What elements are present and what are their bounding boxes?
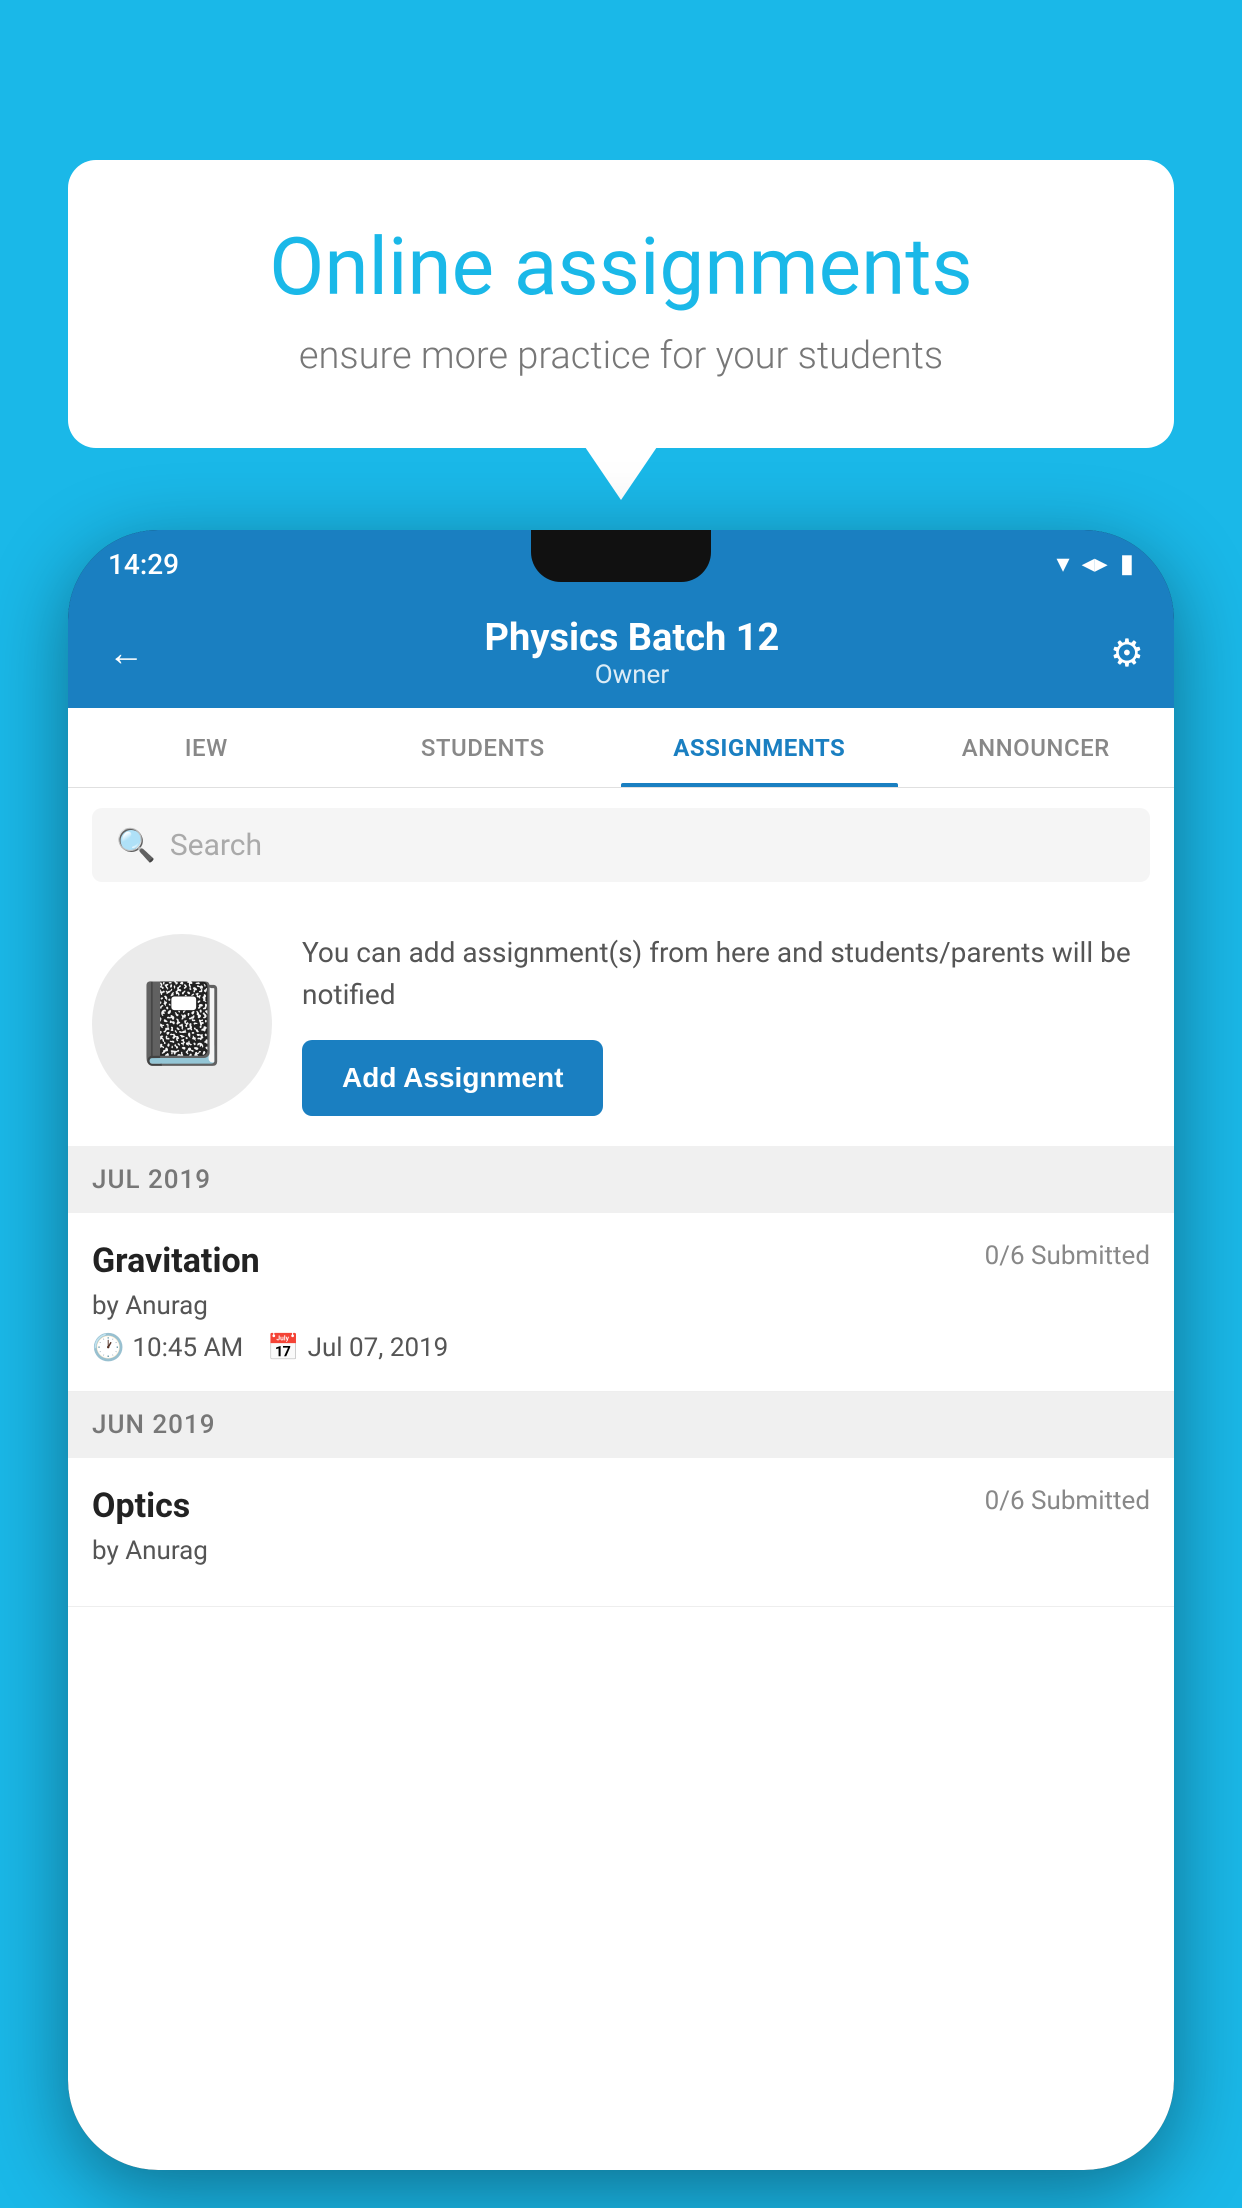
section-header-jun: JUN 2019 — [68, 1392, 1174, 1458]
back-button[interactable]: ← — [98, 622, 154, 684]
tab-students[interactable]: STUDENTS — [345, 708, 622, 787]
add-assignment-button[interactable]: Add Assignment — [302, 1040, 603, 1116]
bubble-title: Online assignments — [138, 220, 1104, 314]
search-container: 🔍 Search — [68, 788, 1174, 902]
signal-icon: ◂▸ — [1082, 549, 1108, 579]
status-bar: 14:29 ▾ ◂▸ ▮ — [68, 530, 1174, 598]
assignment-item-optics[interactable]: Optics 0/6 Submitted by Anurag — [68, 1458, 1174, 1607]
settings-icon[interactable]: ⚙ — [1110, 631, 1144, 676]
assignment-top-row-optics: Optics 0/6 Submitted — [92, 1486, 1150, 1526]
assignment-submitted-optics: 0/6 Submitted — [985, 1486, 1150, 1516]
tabs-bar: IEW STUDENTS ASSIGNMENTS ANNOUNCER — [68, 708, 1174, 788]
tab-assignments[interactable]: ASSIGNMENTS — [621, 708, 898, 787]
bubble-subtitle: ensure more practice for your students — [138, 334, 1104, 378]
battery-icon: ▮ — [1120, 549, 1134, 579]
speech-bubble-card: Online assignments ensure more practice … — [68, 160, 1174, 448]
tab-announcements[interactable]: ANNOUNCER — [898, 708, 1175, 787]
phone-screen: 14:29 ▾ ◂▸ ▮ ← Physics Batch 12 Owner ⚙ … — [68, 530, 1174, 2170]
assignment-top-row: Gravitation 0/6 Submitted — [92, 1241, 1150, 1281]
wifi-icon: ▾ — [1057, 549, 1070, 579]
tab-iew[interactable]: IEW — [68, 708, 345, 787]
header-title: Physics Batch 12 — [154, 616, 1110, 660]
promo-icon-circle: 📓 — [92, 934, 272, 1114]
assignment-meta: 🕐 10:45 AM 📅 Jul 07, 2019 — [92, 1333, 1150, 1363]
search-bar[interactable]: 🔍 Search — [92, 808, 1150, 882]
date-value: Jul 07, 2019 — [308, 1333, 449, 1363]
assignment-title-optics: Optics — [92, 1486, 190, 1526]
notch — [531, 530, 711, 582]
phone-frame: 14:29 ▾ ◂▸ ▮ ← Physics Batch 12 Owner ⚙ … — [68, 530, 1174, 2170]
header-center: Physics Batch 12 Owner — [154, 616, 1110, 690]
promo-section: 📓 You can add assignment(s) from here an… — [68, 902, 1174, 1147]
status-time: 14:29 — [108, 548, 179, 581]
header-subtitle: Owner — [154, 660, 1110, 690]
meta-time: 🕐 10:45 AM — [92, 1333, 243, 1363]
assignment-title: Gravitation — [92, 1241, 260, 1281]
assignment-submitted: 0/6 Submitted — [985, 1241, 1150, 1271]
assignment-by: by Anurag — [92, 1291, 1150, 1321]
assignment-item-gravitation[interactable]: Gravitation 0/6 Submitted by Anurag 🕐 10… — [68, 1213, 1174, 1392]
search-input[interactable]: Search — [170, 828, 262, 863]
section-header-jul: JUL 2019 — [68, 1147, 1174, 1213]
app-header: ← Physics Batch 12 Owner ⚙ — [68, 598, 1174, 708]
status-icons: ▾ ◂▸ ▮ — [1057, 549, 1134, 579]
search-icon: 🔍 — [116, 826, 156, 864]
content-area: 🔍 Search 📓 You can add assignment(s) fro… — [68, 788, 1174, 2170]
calendar-icon: 📅 — [267, 1333, 299, 1363]
promo-text: You can add assignment(s) from here and … — [302, 932, 1150, 1116]
notebook-icon: 📓 — [132, 977, 232, 1071]
clock-icon: 🕐 — [92, 1333, 124, 1363]
meta-date: 📅 Jul 07, 2019 — [267, 1333, 448, 1363]
promo-description: You can add assignment(s) from here and … — [302, 932, 1150, 1016]
assignment-by-optics: by Anurag — [92, 1536, 1150, 1566]
time-value: 10:45 AM — [132, 1333, 243, 1363]
